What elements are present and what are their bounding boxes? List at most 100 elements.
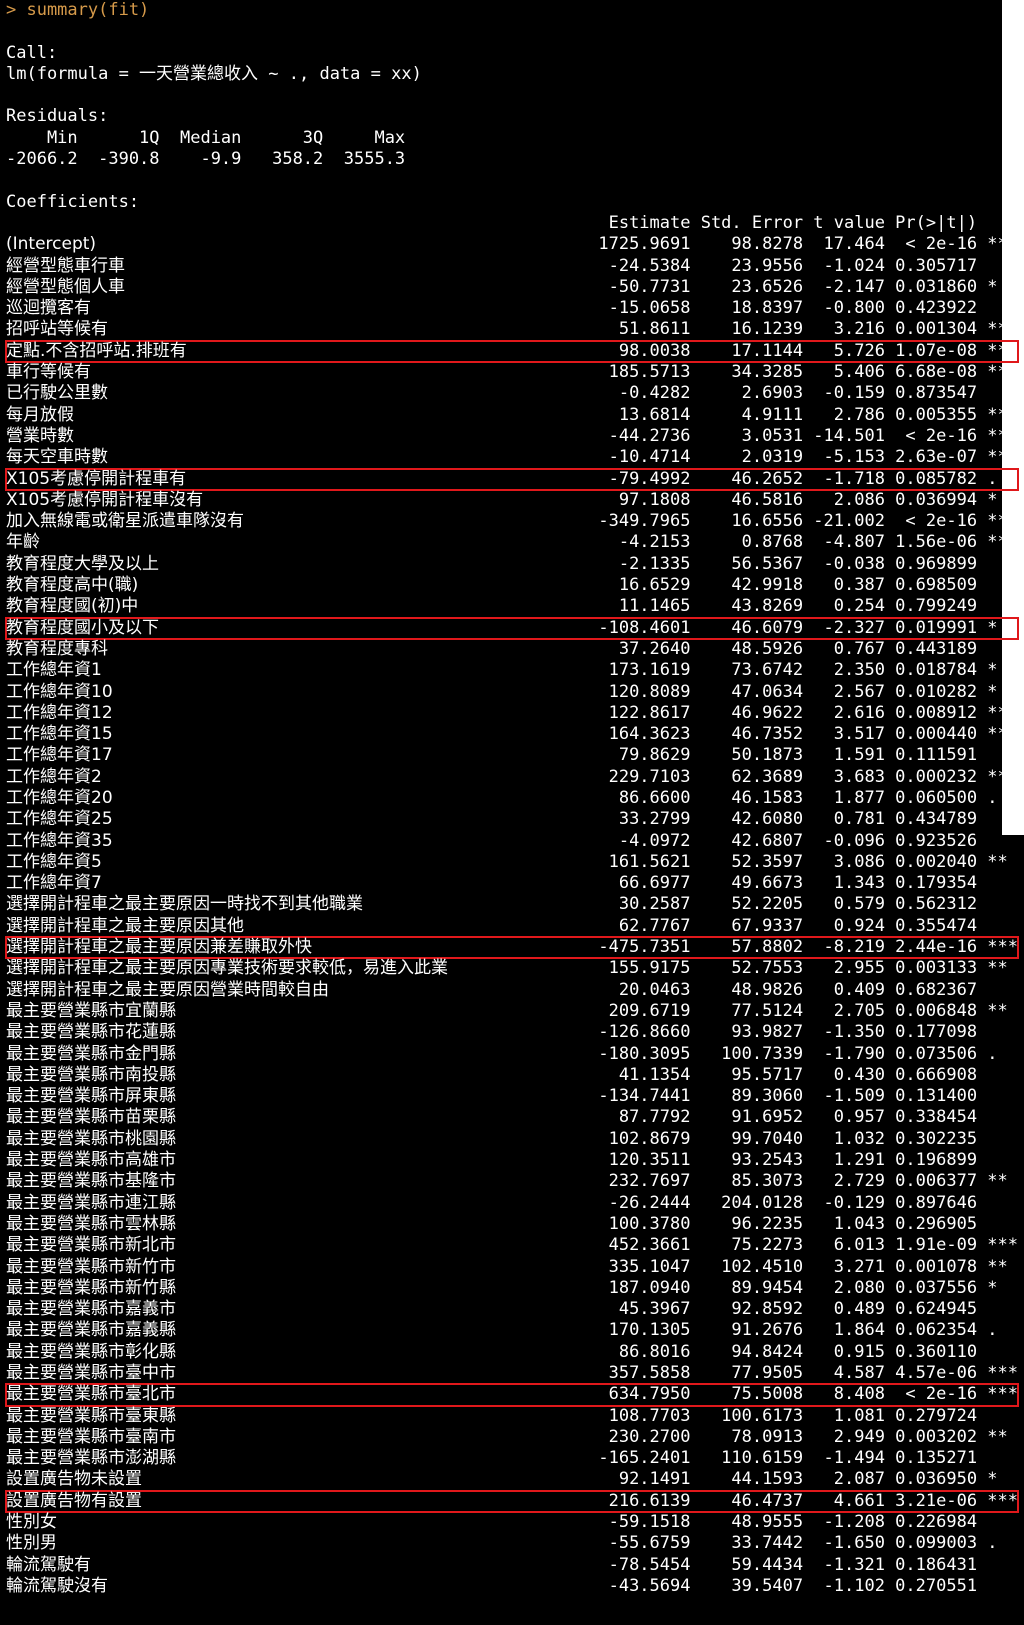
coefficient-name: 教育程度國(初)中: [6, 596, 139, 617]
coefficient-name: 教育程度專科: [6, 638, 108, 659]
coefficient-values: 100.3780 96.2235 1.043 0.296905: [608, 1213, 1018, 1234]
coefficient-name: 最主要營業縣市臺東縣: [6, 1405, 176, 1426]
console-prompt: > summary(fit): [6, 0, 150, 20]
coefficient-row: 工作總年資25 33.2799 42.6080 0.781 0.434789: [6, 809, 1018, 830]
coefficient-row-highlighted: 定點.不含招呼站.排班有 98.0038 17.1144 5.726 1.07e-…: [5, 339, 1019, 364]
coefficient-name: 最主要營業縣市金門縣: [6, 1043, 176, 1064]
coefficient-values: 230.2700 78.0913 2.949 0.003202 **: [608, 1426, 1018, 1447]
coefficient-row-highlighted: 選擇開計程車之最主要原因兼差賺取外快 -475.7351 57.8802 -8.2…: [5, 936, 1019, 960]
coefficient-values: 170.1305 91.2676 1.864 0.062354 .: [608, 1320, 1018, 1341]
coefficient-row-highlighted: X105考慮停開計程車有 -79.4992 46.2652 -1.718 0.08…: [5, 467, 1019, 491]
coefficient-row: X105考慮停開計程車沒有 97.1808 46.5816 2.086 0.036…: [6, 490, 1018, 511]
coefficient-name: 最主要營業縣市桃園縣: [6, 1128, 176, 1149]
coefficient-values: -134.7441 89.3060 -1.509 0.131400: [598, 1086, 1018, 1107]
coefficient-values: -79.4992 46.2652 -1.718 0.085782 .: [608, 468, 1018, 489]
coefficient-row: 最主要營業縣市雲林縣 100.3780 96.2235 1.043 0.29690…: [6, 1214, 1018, 1235]
coefficient-values: 120.3511 93.2543 1.291 0.196899: [608, 1150, 1018, 1171]
coefficient-values: -10.4714 2.0319 -5.153 2.63e-07 ***: [608, 447, 1018, 468]
coefficient-row: 最主要營業縣市連江縣 -26.2444 204.0128 -0.129 0.897…: [6, 1193, 1018, 1214]
coefficient-row-highlighted: 設置廣告物有設置 216.6139 46.4737 4.661 3.21e-06 …: [5, 1489, 1019, 1514]
coefficient-row: 最主要營業縣市高雄市 120.3511 93.2543 1.291 0.19689…: [6, 1150, 1018, 1171]
coefficient-row: 最主要營業縣市彰化縣 86.8016 94.8424 0.915 0.360110: [6, 1342, 1018, 1363]
coefficient-values: 185.5713 34.3285 5.406 6.68e-08 ***: [608, 362, 1018, 383]
coefficient-row: 工作總年資7 66.6977 49.6673 1.343 0.179354: [6, 873, 1018, 894]
coefficient-name: 工作總年資35: [6, 830, 113, 851]
coefficient-values: 87.7792 91.6952 0.957 0.338454: [618, 1107, 1018, 1128]
coefficient-row: 經營型態個人車 -50.7731 23.6526 -2.147 0.031860 …: [6, 277, 1018, 298]
coefficient-row: 最主要營業縣市臺中市 357.5858 77.9505 4.587 4.57e-0…: [6, 1363, 1018, 1384]
r-console-output: > summary(fit) Call: lm(formula = 一天營業總收…: [0, 0, 1024, 1625]
coefficient-row: 最主要營業縣市基隆市 232.7697 85.3073 2.729 0.00637…: [6, 1171, 1018, 1192]
coefficient-row: 選擇開計程車之最主要原因其他 62.7767 67.9337 0.924 0.35…: [6, 916, 1018, 937]
coefficient-row: 工作總年資1 173.1619 73.6742 2.350 0.018784 *: [6, 660, 1018, 681]
coefficient-values: -43.5694 39.5407 -1.102 0.270551: [608, 1575, 1018, 1596]
coefficient-name: 設置廣告物有設置: [6, 1490, 142, 1511]
coefficient-name: 工作總年資5: [6, 851, 102, 872]
coefficient-row: 教育程度大學及以上 -2.1335 56.5367 -0.038 0.969899: [6, 554, 1018, 575]
coefficient-values: 232.7697 85.3073 2.729 0.006377 **: [608, 1171, 1018, 1192]
coefficient-values: 120.8089 47.0634 2.567 0.010282 *: [608, 681, 1018, 702]
coefficient-name: 最主要營業縣市連江縣: [6, 1192, 176, 1213]
coefficient-row: 教育程度國(初)中 11.1465 43.8269 0.254 0.799249: [6, 596, 1018, 617]
coefficient-values: 16.6529 42.9918 0.387 0.698509: [618, 575, 1018, 596]
residuals-values: -2066.2 -390.8 -9.9 358.2 3555.3: [6, 149, 406, 170]
coefficient-row: 工作總年資12 122.8617 46.9622 2.616 0.008912 *…: [6, 703, 1018, 724]
coefficient-row: 車行等候有 185.5713 34.3285 5.406 6.68e-08 ***: [6, 362, 1018, 383]
coefficient-values: -180.3095 100.7339 -1.790 0.073506 .: [598, 1043, 1018, 1064]
coefficient-values: -4.2153 0.8768 -4.807 1.56e-06 ***: [618, 532, 1018, 553]
coefficient-values: 122.8617 46.9622 2.616 0.008912 **: [608, 702, 1018, 723]
coefficient-name: 巡迴攬客有: [6, 298, 91, 319]
coefficient-values: 33.2799 42.6080 0.781 0.434789: [618, 809, 1018, 830]
coefficient-row: 工作總年資20 86.6600 46.1583 1.877 0.060500 .: [6, 788, 1018, 809]
coefficient-name: 定點.不含招呼站.排班有: [6, 340, 187, 361]
coefficient-name: 工作總年資1: [6, 660, 102, 681]
coefficients-table: (Intercept) 1725.9691 98.8278 17.464 < 2e…: [5, 234, 1019, 1597]
coefficient-row: 性別女 -59.1518 48.9555 -1.208 0.226984: [6, 1512, 1018, 1533]
coefficient-values: -24.5384 23.9556 -1.024 0.305717: [608, 255, 1018, 276]
coefficient-values: 634.7950 75.5008 8.408 < 2e-16 ***: [608, 1384, 1018, 1405]
coefficient-row: 每天空車時數 -10.4714 2.0319 -5.153 2.63e-07 **…: [6, 447, 1018, 468]
coefficient-name: 工作總年資12: [6, 702, 113, 723]
coefficient-values: -26.2444 204.0128 -0.129 0.897646: [608, 1192, 1018, 1213]
coefficient-values: 62.7767 67.9337 0.924 0.355474: [618, 915, 1018, 936]
coefficients-label: Coefficients:: [6, 191, 140, 212]
coefficient-values: -78.5454 59.4434 -1.321 0.186431: [608, 1554, 1018, 1575]
coefficient-values: 155.9175 52.7553 2.955 0.003133 **: [608, 958, 1018, 979]
coefficient-row: 招呼站等候有 51.8611 16.1239 3.216 0.001304 **: [6, 319, 1018, 340]
coefficient-values: 13.6814 4.9111 2.786 0.005355 **: [618, 404, 1018, 425]
coefficient-row: 輪流駕駛沒有 -43.5694 39.5407 -1.102 0.270551: [6, 1576, 1018, 1597]
coefficient-name: 工作總年資17: [6, 745, 113, 766]
coefficient-row: 每月放假 13.6814 4.9111 2.786 0.005355 **: [6, 405, 1018, 426]
coefficient-row: 選擇開計程車之最主要原因專業技術要求較低，易進入此業 155.9175 52.75…: [6, 958, 1018, 979]
coefficient-name: 選擇開計程車之最主要原因營業時間較自由: [6, 979, 329, 1000]
coefficient-values: 452.3661 75.2273 6.013 1.91e-09 ***: [608, 1235, 1018, 1256]
coefficient-values: 45.3967 92.8592 0.489 0.624945: [618, 1299, 1018, 1320]
coefficient-row: 營業時數 -44.2736 3.0531 -14.501 < 2e-16 ***: [6, 426, 1018, 447]
coefficient-row: 工作總年資15 164.3623 46.7352 3.517 0.000440 *…: [6, 724, 1018, 745]
coefficient-name: 設置廣告物未設置: [6, 1469, 142, 1490]
coefficient-values: 92.1491 44.1593 2.087 0.036950 *: [618, 1469, 1018, 1490]
coefficient-row: 巡迴攬客有 -15.0658 18.8397 -0.800 0.423922: [6, 298, 1018, 319]
coefficient-row: 最主要營業縣市嘉義縣 170.1305 91.2676 1.864 0.06235…: [6, 1320, 1018, 1341]
coefficient-name: 最主要營業縣市屏東縣: [6, 1086, 176, 1107]
coefficient-name: 教育程度國小及以下: [6, 617, 159, 638]
coefficient-row: 最主要營業縣市桃園縣 102.8679 99.7040 1.032 0.30223…: [6, 1129, 1018, 1150]
coefficient-name: 經營型態車行車: [6, 255, 125, 276]
coefficient-values: 37.2640 48.5926 0.767 0.443189: [618, 638, 1018, 659]
coefficient-name: 輪流駕駛沒有: [6, 1575, 108, 1596]
coefficient-row: 工作總年資5 161.5621 52.3597 3.086 0.002040 **: [6, 852, 1018, 873]
coefficient-name: 教育程度高中(職): [6, 575, 139, 596]
coefficient-row: 最主要營業縣市嘉義市 45.3967 92.8592 0.489 0.624945: [6, 1299, 1018, 1320]
coefficient-row: 最主要營業縣市臺南市 230.2700 78.0913 2.949 0.00320…: [6, 1427, 1018, 1448]
coefficient-row: 最主要營業縣市南投縣 41.1354 95.5717 0.430 0.666908: [6, 1065, 1018, 1086]
coefficient-name: 最主要營業縣市嘉義縣: [6, 1320, 176, 1341]
coefficient-row: 性別男 -55.6759 33.7442 -1.650 0.099003 .: [6, 1533, 1018, 1554]
call-label: Call:: [6, 42, 58, 63]
coefficient-row: 最主要營業縣市花蓮縣 -126.8660 93.9827 -1.350 0.177…: [6, 1022, 1018, 1043]
coefficient-name: 最主要營業縣市臺中市: [6, 1363, 176, 1383]
coefficient-row: 設置廣告物未設置 92.1491 44.1593 2.087 0.036950 *: [6, 1469, 1018, 1490]
coefficient-values: -44.2736 3.0531 -14.501 < 2e-16 ***: [608, 425, 1018, 446]
coefficient-name: (Intercept): [6, 234, 97, 255]
